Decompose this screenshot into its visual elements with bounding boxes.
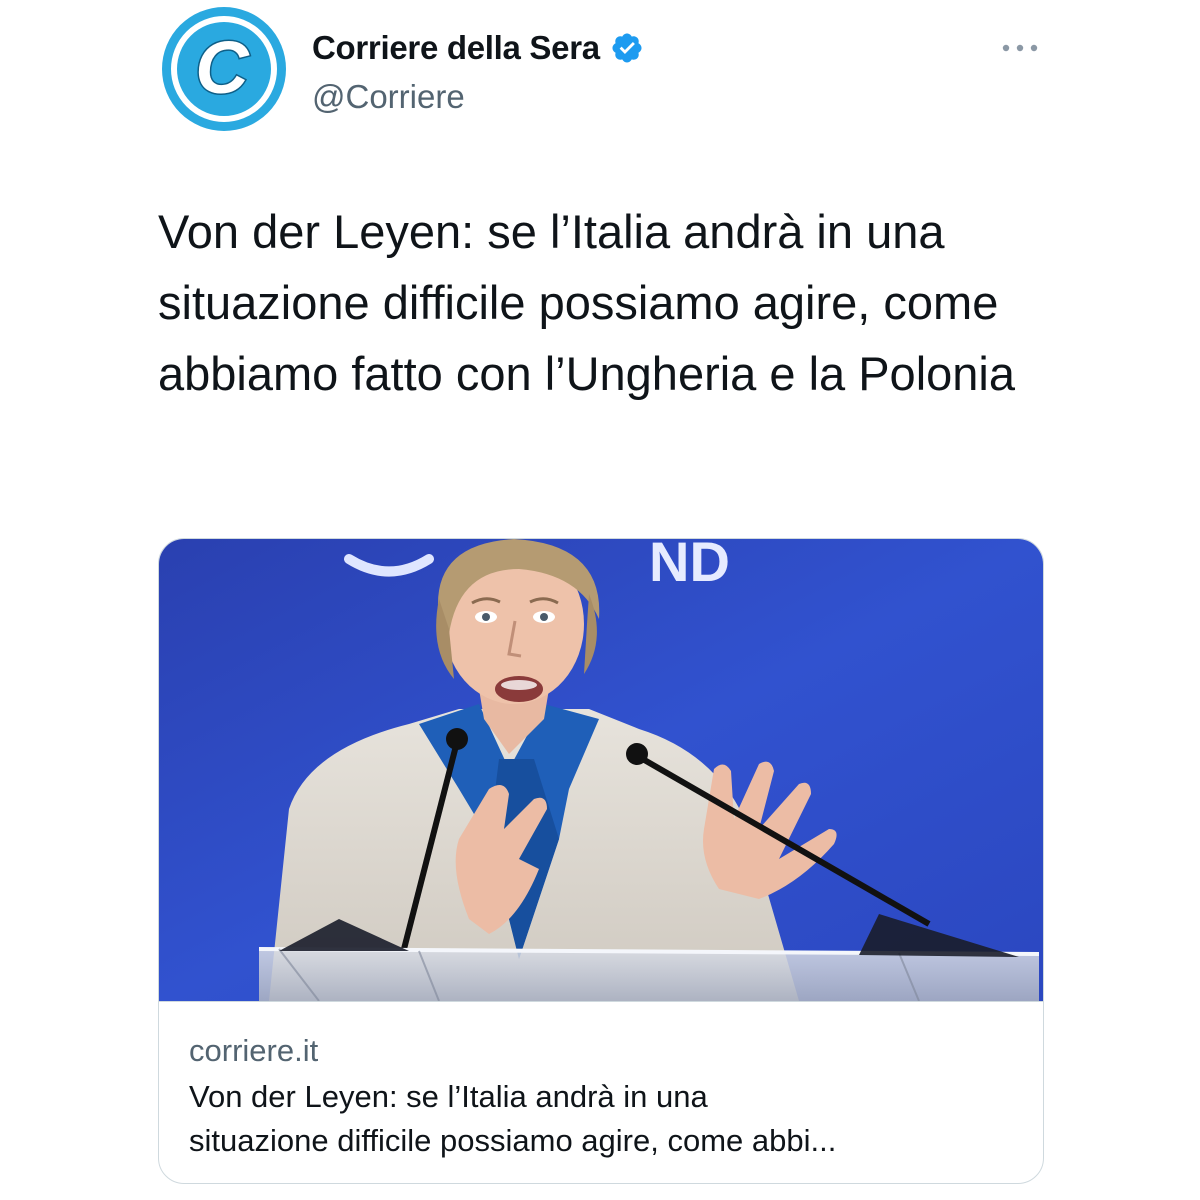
- article-photo[interactable]: ND: [159, 539, 1043, 1002]
- backdrop-text: ND: [649, 539, 730, 593]
- display-name[interactable]: Corriere della Sera: [312, 29, 600, 67]
- card-domain: corriere.it: [189, 1033, 319, 1068]
- handle[interactable]: @Corriere: [312, 78, 644, 116]
- card-title[interactable]: Von der Leyen: se l’Italia andrà in una …: [189, 1075, 1019, 1163]
- tweet: C Corriere della Sera @Corriere Von der …: [0, 0, 1200, 1200]
- tweet-header: Corriere della Sera @Corriere: [312, 22, 644, 116]
- tweet-text: Von der Leyen: se l’Italia andrà in una …: [158, 205, 1015, 400]
- card-meta: corriere.it Von der Leyen: se l’Italia a…: [189, 1029, 1019, 1163]
- name-row: Corriere della Sera: [312, 22, 644, 74]
- verified-badge-icon: [612, 33, 642, 63]
- corriere-logo-icon[interactable]: C: [160, 5, 288, 133]
- link-card[interactable]: ND corriere.it Von der Leyen: se l’Itali…: [158, 538, 1044, 1184]
- more-options-icon[interactable]: [990, 28, 1050, 68]
- avatar-letter: C: [195, 26, 250, 109]
